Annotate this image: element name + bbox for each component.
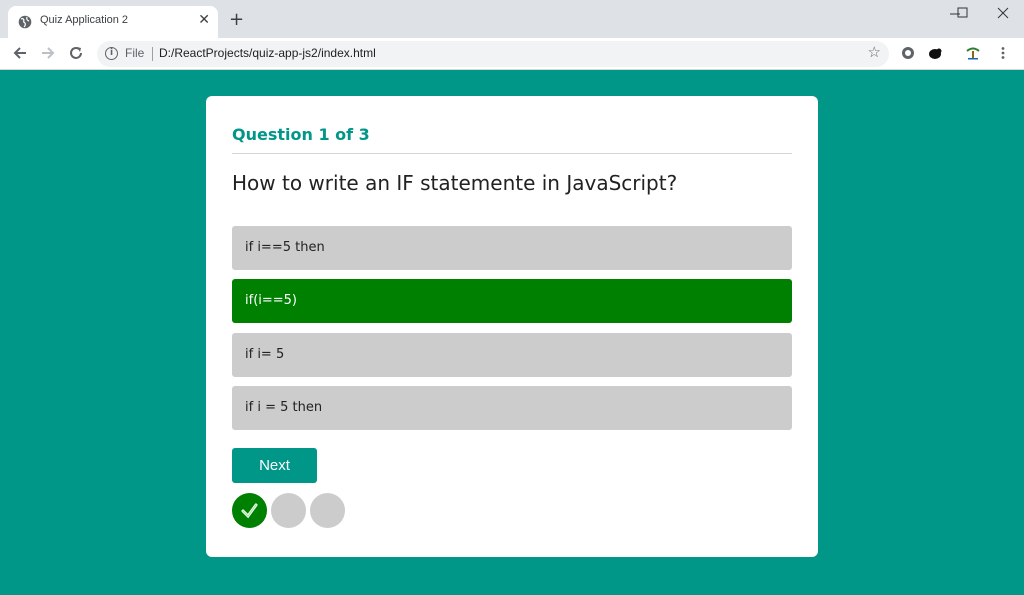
next-button[interactable]: Next	[232, 448, 317, 483]
tab-title: Quiz Application 2	[40, 14, 129, 26]
progress-dot-answered	[232, 493, 267, 528]
answer-option[interactable]: if i==5 then	[232, 226, 792, 270]
tab-strip: Quiz Application 2 ✕ +	[0, 0, 1024, 38]
back-arrow-icon[interactable]	[10, 43, 30, 63]
question-text: How to write an IF statemente in JavaScr…	[232, 171, 678, 195]
divider	[232, 153, 792, 154]
progress-dot	[310, 493, 345, 528]
tab-close-icon[interactable]: ✕	[198, 12, 210, 28]
browser-tab[interactable]: Quiz Application 2 ✕	[8, 6, 218, 38]
extension-mouse-icon[interactable]	[928, 46, 942, 60]
new-tab-icon[interactable]: +	[229, 9, 244, 30]
separator	[152, 47, 153, 61]
checkmark-icon	[241, 503, 258, 519]
bookmark-star-icon[interactable]: ☆	[868, 43, 881, 61]
menu-kebab-icon[interactable]	[996, 46, 1010, 60]
progress-dot	[271, 493, 306, 528]
scheme-label: File	[125, 46, 145, 60]
quiz-card: Question 1 of 3 How to write an IF state…	[206, 96, 818, 557]
reload-icon[interactable]	[66, 43, 86, 63]
address-bar[interactable]: i File D:/ReactProjects/quiz-app-js2/ind…	[97, 41, 889, 67]
url-text[interactable]: D:/ReactProjects/quiz-app-js2/index.html	[159, 46, 376, 60]
globe-icon	[18, 15, 32, 29]
browser-chrome: Quiz Application 2 ✕ + i File D:/ReactPr…	[0, 0, 1024, 70]
forward-arrow-icon[interactable]	[38, 43, 58, 63]
answer-option[interactable]: if i= 5	[232, 333, 792, 377]
close-window-icon[interactable]	[993, 6, 1013, 20]
info-icon[interactable]: i	[105, 47, 118, 60]
answer-option-correct[interactable]: if(i==5)	[232, 279, 792, 323]
answer-option[interactable]: if i = 5 then	[232, 386, 792, 430]
question-counter: Question 1 of 3	[232, 125, 370, 144]
browser-toolbar: i File D:/ReactProjects/quiz-app-js2/ind…	[0, 38, 1024, 70]
maximize-icon[interactable]	[953, 6, 973, 20]
extension-circle-icon[interactable]	[901, 46, 915, 60]
extension-palm-icon[interactable]	[966, 46, 980, 60]
